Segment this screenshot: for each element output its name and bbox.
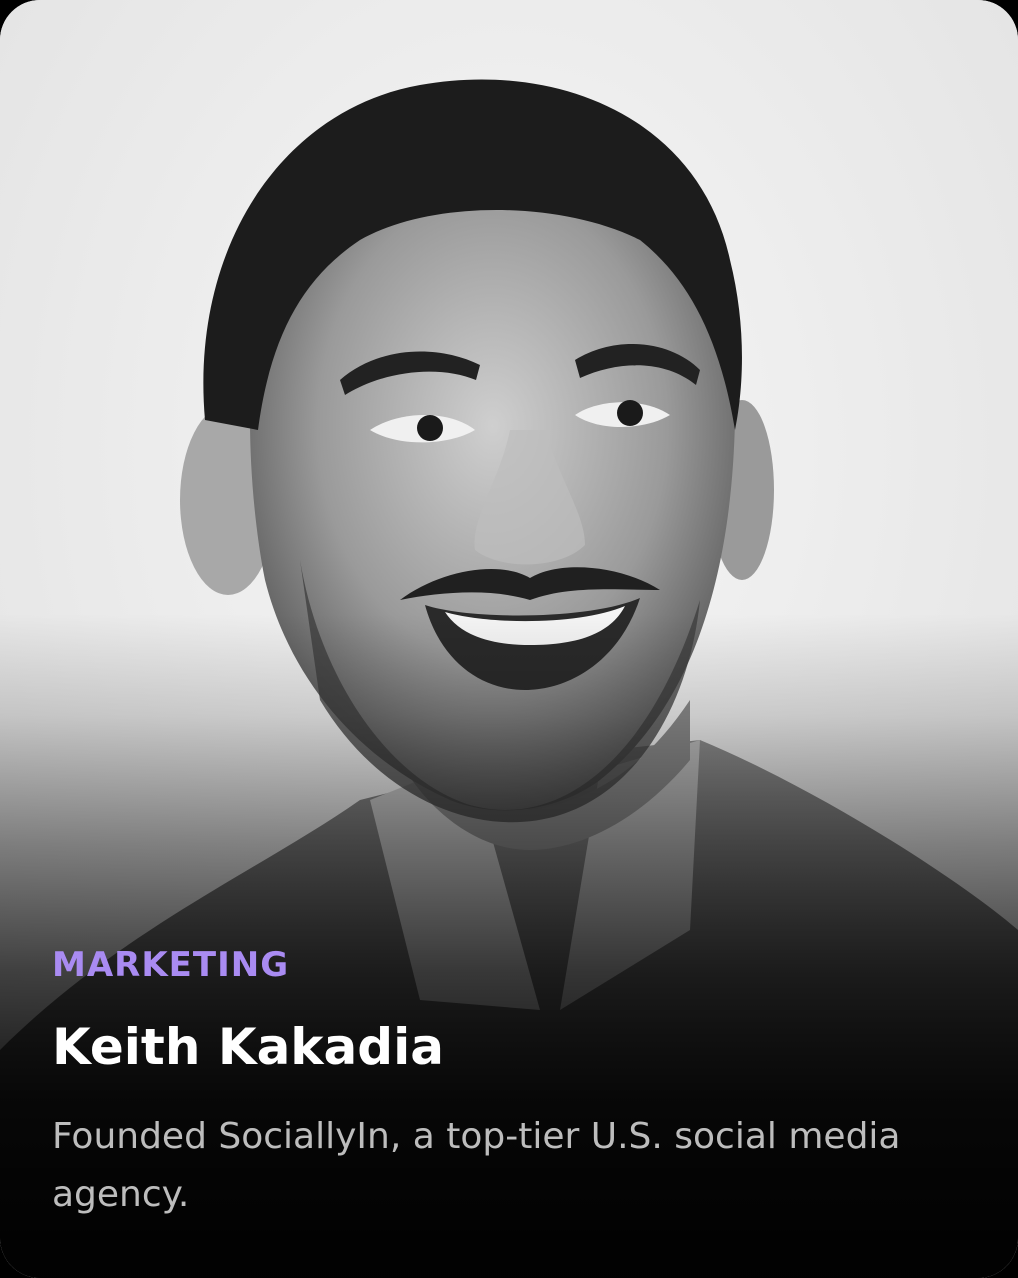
- person-name: Keith Kakadia: [52, 1018, 444, 1076]
- person-description: Founded SociallyIn, a top-tier U.S. soci…: [52, 1116, 901, 1215]
- category-label: MARKETING: [52, 945, 290, 985]
- profile-info: MARKETING Keith Kakadia Founded Socially…: [52, 940, 952, 1224]
- profile-card[interactable]: MARKETING Keith Kakadia Founded Socially…: [0, 0, 1018, 1278]
